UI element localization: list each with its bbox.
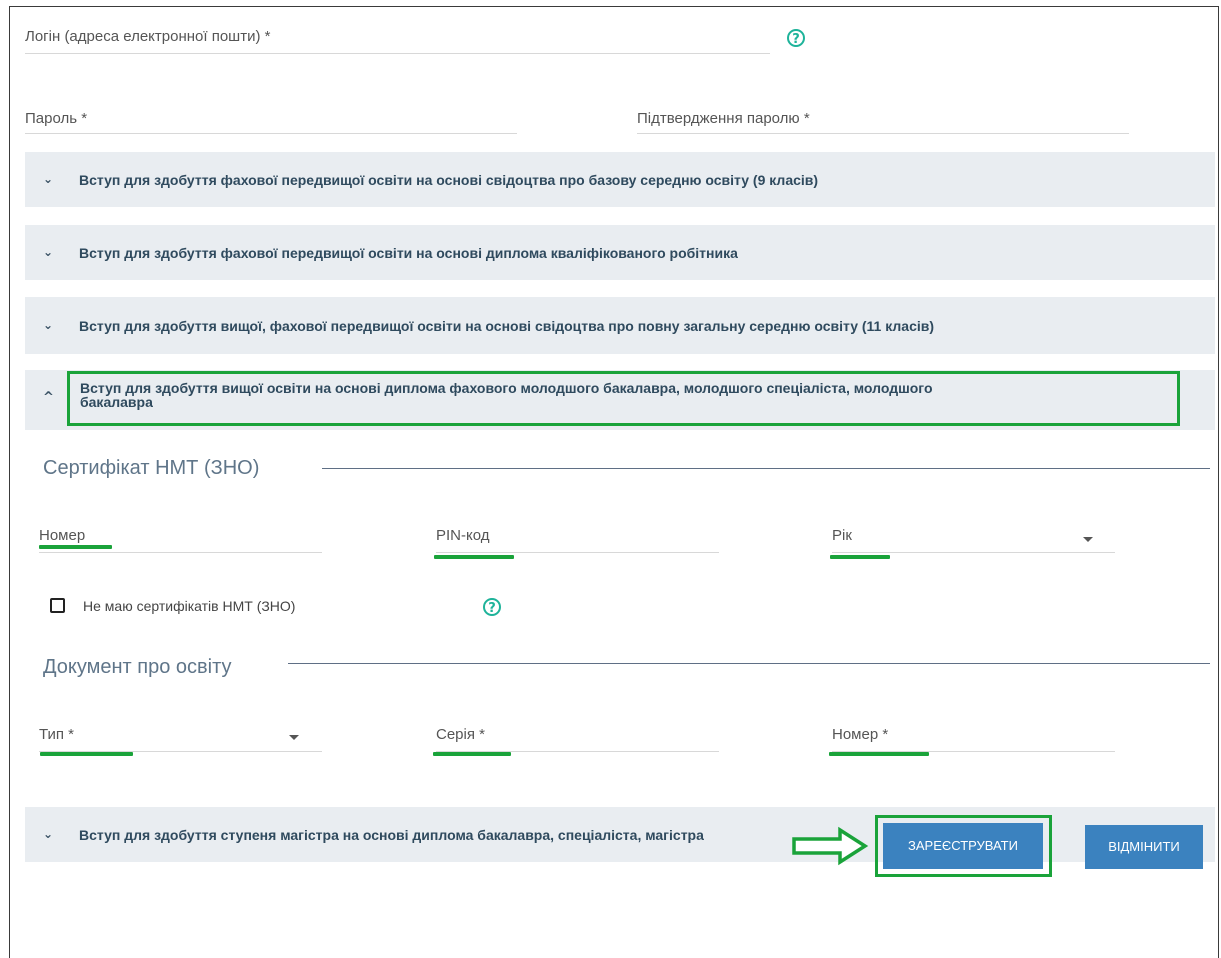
pointer-arrow-icon	[792, 826, 869, 866]
cancel-button[interactable]: ВІДМІНИТИ	[1085, 825, 1203, 869]
no-cert-help-icon[interactable]: ?	[483, 598, 501, 616]
chevron-down-icon: ⌄	[43, 172, 54, 186]
confirm-password-input[interactable]	[637, 133, 1129, 134]
chevron-up-icon: ^	[43, 390, 54, 405]
doc-number-label: Номер *	[832, 726, 889, 743]
highlight-underline	[830, 555, 890, 559]
dropdown-arrow-icon[interactable]	[1083, 537, 1093, 542]
highlight-underline	[39, 545, 112, 549]
highlight-underline	[433, 752, 511, 756]
no-certificate-checkbox[interactable]	[50, 598, 65, 613]
chevron-down-icon: ⌄	[43, 245, 54, 259]
accordion-title: Вступ для здобуття вищої, фахової передв…	[79, 318, 935, 334]
highlight-underline	[434, 555, 514, 559]
login-input[interactable]	[25, 53, 770, 54]
dropdown-arrow-icon[interactable]	[289, 735, 299, 740]
pin-input[interactable]	[436, 552, 719, 553]
register-button[interactable]: ЗАРЕЄСТРУВАТИ	[883, 823, 1043, 869]
accordion-title: Вступ для здобуття ступеня магістра на о…	[79, 827, 704, 843]
chevron-down-icon: ⌄	[43, 827, 54, 841]
confirm-password-label: Підтвердження паролю *	[637, 110, 810, 127]
accordion-title-line-2: бакалавра	[80, 394, 153, 410]
year-label: Рік	[832, 527, 852, 544]
section-divider	[322, 468, 1210, 469]
login-help-icon[interactable]: ?	[787, 29, 805, 47]
accordion-title-line-1: Вступ для здобуття вищої освіти на основ…	[80, 380, 933, 396]
login-label: Логін (адреса електронної пошти) *	[25, 28, 271, 45]
doc-series-label: Серія *	[436, 726, 485, 743]
doc-type-label: Тип *	[39, 726, 75, 743]
pin-label: PIN-код	[436, 527, 490, 544]
accordion-item-9-classes[interactable]: ⌄ Вступ для здобуття фахової передвищої …	[25, 152, 1215, 207]
year-select[interactable]	[832, 552, 1115, 553]
password-label: Пароль *	[25, 110, 88, 127]
highlight-underline	[40, 752, 133, 756]
cert-number-label: Номер	[39, 527, 86, 544]
accordion-title: Вступ для здобуття вищої освіти на основ…	[80, 381, 933, 409]
chevron-down-icon: ⌄	[43, 318, 54, 332]
education-section-title: Документ про освіту	[43, 656, 232, 678]
accordion-item-11-classes[interactable]: ⌄ Вступ для здобуття вищої, фахової пере…	[25, 297, 1215, 354]
section-divider	[288, 663, 1210, 664]
accordion-item-qualified-worker[interactable]: ⌄ Вступ для здобуття фахової передвищої …	[25, 225, 1215, 280]
highlight-underline	[829, 752, 929, 756]
accordion-title: Вступ для здобуття фахової передвищої ос…	[79, 245, 738, 261]
certificate-section-title: Сертифікат НМТ (ЗНО)	[43, 457, 260, 479]
password-input[interactable]	[25, 133, 517, 134]
accordion-title: Вступ для здобуття фахової передвищої ос…	[79, 172, 819, 188]
no-certificate-label: Не маю сертифікатів НМТ (ЗНО)	[83, 598, 296, 614]
cert-number-input[interactable]	[39, 552, 322, 553]
